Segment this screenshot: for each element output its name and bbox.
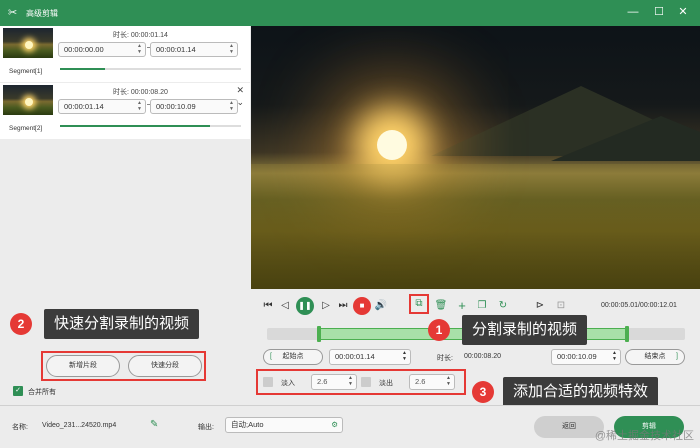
step-forward-icon[interactable]: ▷ [319,299,333,313]
volume-icon[interactable]: 🔊 [374,299,388,313]
maximize-button[interactable]: ☐ [652,5,666,19]
video-preview[interactable] [251,26,700,289]
spinner-icon[interactable]: ▲ ▼ [229,43,234,55]
fade-in-checkbox[interactable] [263,377,273,387]
callout-text: 分割录制的视频 [462,315,588,345]
mark-in-icon[interactable]: ⊳ [533,299,547,313]
segment-label: Segment[1] [9,68,43,75]
end-time-input[interactable]: 00:00:10.09 ▲ ▼ [551,349,621,365]
set-end-point-button[interactable]: 结束点] [625,349,685,365]
fade-in-input[interactable]: 2.6 ▲ ▼ [311,374,357,390]
merge-all-label: 合并所有 [28,389,56,396]
callout-text: 快速分割录制的视频 [44,309,200,339]
step-back-icon[interactable]: ◁ [278,299,292,313]
segment-progress [60,125,241,127]
set-start-point-button[interactable]: [起始点 [263,349,323,365]
field-ground [251,164,700,289]
callout-text: 添加合适的视频特效 [503,377,659,407]
pause-button[interactable]: ❚❚ [296,297,314,315]
sun-glow [377,130,407,160]
new-segment-button[interactable]: 新增片段 [46,355,120,377]
bottom-bar: 名称: Video_231...24520.mp4 ✎ 输出: 自动;Auto ⚙… [0,405,700,448]
segment-item[interactable]: Segment[2] 时长: 00:00:08.20 ✕ ⌄ 00:00:01.… [0,83,250,139]
split-icon[interactable]: ⧉ [412,297,426,311]
stop-button[interactable]: ■ [353,297,371,315]
quick-split-button[interactable]: 快速分段 [128,355,202,377]
spinner-icon[interactable]: ▲ ▼ [229,100,234,112]
segment-duration: 时长: 00:00:01.14 [113,32,168,39]
file-name: Video_231...24520.mp4 [42,422,117,429]
duration-label: 时长: [437,355,453,362]
output-select[interactable]: 自动;Auto ⚙ [225,417,343,433]
segment-end-input[interactable]: 00:00:10.09 ▲ ▼ [150,99,238,114]
start-time-input[interactable]: 00:00:01.14 ▲ ▼ [329,349,411,365]
copy-icon[interactable]: ❐ [475,299,489,313]
callout-badge: 1 [428,319,450,341]
close-button[interactable]: ✕ [676,5,690,19]
name-label: 名称: [12,424,28,431]
trim-start-handle[interactable] [317,326,321,342]
output-label: 输出: [198,424,214,431]
merge-all-checkbox[interactable]: ✓ [13,386,23,396]
gear-icon[interactable]: ⚙ [331,418,338,432]
app-logo-icon: ✂ [8,7,18,19]
time-readout: 00:00:05.01/00:00:12.01 [601,302,677,309]
segment-start-input[interactable]: 00:00:00.00 ▲ ▼ [58,42,146,57]
back-button[interactable]: 返回 [534,416,604,438]
fade-out-label: 淡出 [379,380,393,387]
spinner-icon[interactable]: ▲ ▼ [137,43,142,55]
go-start-icon[interactable]: ⏮ [261,299,275,313]
callout-badge: 2 [10,313,32,335]
close-segment-icon[interactable]: ✕ [236,85,244,96]
segment-panel: Segment[1] 时长: 00:00:01.14 00:00:00.00 ▲ ▼… [0,26,250,396]
fade-in-label: 淡入 [281,380,295,387]
mountain-shape [551,116,700,161]
edit-name-icon[interactable]: ✎ [150,419,158,430]
duration-value: 00:00:08.20 [464,353,501,360]
title-bar: ✂ 高级剪辑 — ☐ ✕ [0,0,700,26]
callout-badge: 3 [472,381,494,403]
segment-end-input[interactable]: 00:00:01.14 ▲ ▼ [150,42,238,57]
go-end-icon[interactable]: ⏭ [336,299,350,313]
minimize-button[interactable]: — [626,5,640,19]
rotate-icon[interactable]: ↻ [496,299,510,313]
add-icon[interactable]: + [455,299,469,313]
segment-start-input[interactable]: 00:00:01.14 ▲ ▼ [58,99,146,114]
segment-thumbnail [3,28,53,58]
fade-out-input[interactable]: 2.6 ▲ ▼ [409,374,455,390]
segment-progress [60,68,241,70]
window-title: 高级剪辑 [26,9,58,18]
delete-icon[interactable]: 🗑 [434,299,448,313]
mark-out-icon[interactable]: ⊡ [554,299,568,313]
fade-out-checkbox[interactable] [361,377,371,387]
watermark: @稀土掘金技术社区 [594,430,694,442]
segment-duration: 时长: 00:00:08.20 [113,89,168,96]
trim-end-handle[interactable] [625,326,629,342]
spinner-icon[interactable]: ▲ ▼ [137,100,142,112]
segment-item[interactable]: Segment[1] 时长: 00:00:01.14 00:00:00.00 ▲ ▼… [0,26,250,82]
segment-label: Segment[2] [9,125,43,132]
segment-thumbnail [3,85,53,115]
